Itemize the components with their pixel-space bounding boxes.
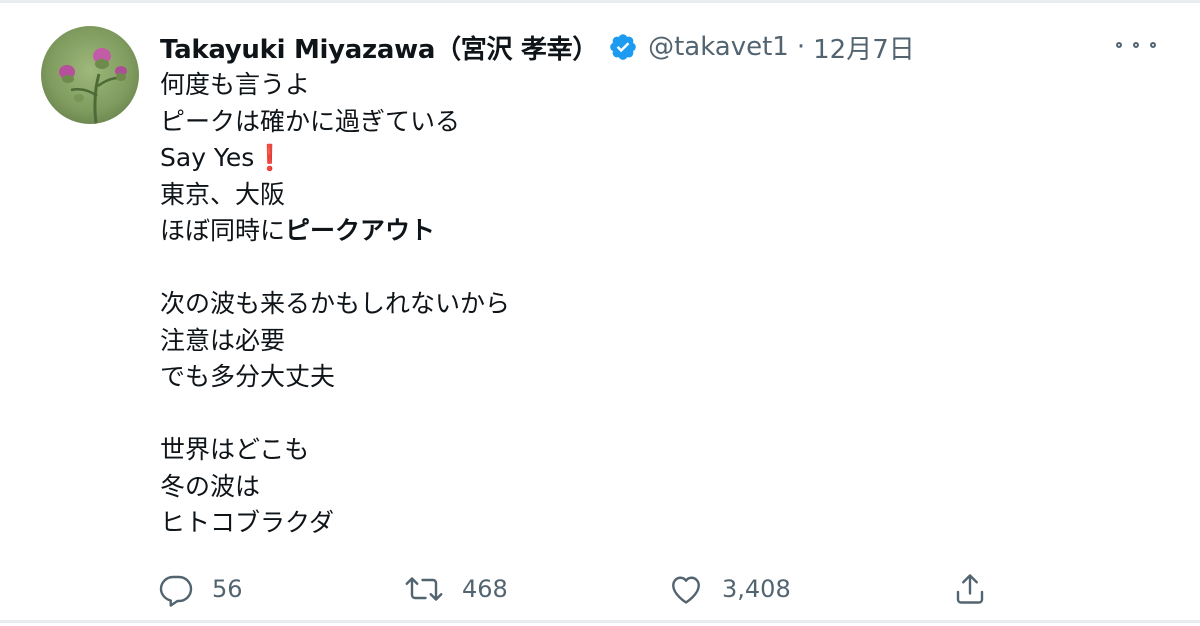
separator-dot: · xyxy=(796,32,806,62)
thistle-flower-photo xyxy=(41,26,139,124)
share-button[interactable] xyxy=(952,563,988,615)
more-dot xyxy=(1116,42,1122,48)
tweet-line: 冬の波は xyxy=(160,471,261,501)
more-options-icon[interactable] xyxy=(1116,35,1156,55)
tweet-line-text: Say Yes xyxy=(160,143,255,172)
tweet-line: ほぼ同時にピークアウト xyxy=(160,213,510,250)
retweet-button[interactable]: 468 xyxy=(404,563,508,615)
reply-button[interactable]: 56 xyxy=(158,563,243,615)
tweet-line: 次の波も来るかもしれないから xyxy=(160,289,511,318)
more-dot xyxy=(1133,42,1139,48)
tweet-line-text: ほぼ同時に xyxy=(160,216,286,245)
share-icon xyxy=(956,574,984,604)
retweet-icon xyxy=(405,577,443,601)
reply-count: 56 xyxy=(212,575,243,603)
tweet-actions: 56 468 3,408 xyxy=(0,563,1200,615)
tweet-line: 世界はどこも xyxy=(160,435,310,464)
like-button[interactable]: 3,408 xyxy=(668,563,791,615)
tweet-header: Takayuki Miyazawa（宮沢 孝幸） @takavet1 · 12月… xyxy=(160,25,915,69)
tweet-line: でも多分大丈夫 xyxy=(160,362,336,391)
tweet-date[interactable]: 12月7日 xyxy=(813,29,915,66)
heart-icon xyxy=(672,576,700,604)
tweet-line: Say Yes❗ xyxy=(160,140,510,177)
tweet[interactable]: Takayuki Miyazawa（宮沢 孝幸） @takavet1 · 12月… xyxy=(0,3,1200,626)
reply-icon xyxy=(159,575,193,607)
tweet-line-bold: ピークアウト xyxy=(285,216,436,245)
author-display-name[interactable]: Takayuki Miyazawa（宮沢 孝幸） xyxy=(160,29,598,66)
retweet-count: 468 xyxy=(462,575,508,603)
exclamation-emoji-icon: ❗ xyxy=(254,143,286,172)
tweet-frame: Takayuki Miyazawa（宮沢 孝幸） @takavet1 · 12月… xyxy=(0,0,1200,623)
tweet-line: 注意は必要 xyxy=(160,325,286,355)
tweet-line: ピークは確かに過ぎている xyxy=(160,106,461,136)
tweet-line: 東京、大阪 xyxy=(160,179,286,209)
verified-badge-icon xyxy=(608,32,638,62)
tweet-line: ヒトコブラクダ xyxy=(160,508,335,537)
author-handle[interactable]: @takavet1 xyxy=(648,32,789,62)
tweet-line: 何度も言うよ xyxy=(160,70,311,99)
tweet-text: 何度も言うよ ピークは確かに過ぎている Say Yes❗ 東京、大阪 ほぼ同時に… xyxy=(160,67,510,542)
avatar[interactable] xyxy=(41,26,139,124)
like-count: 3,408 xyxy=(722,575,791,603)
more-dot xyxy=(1150,42,1156,48)
